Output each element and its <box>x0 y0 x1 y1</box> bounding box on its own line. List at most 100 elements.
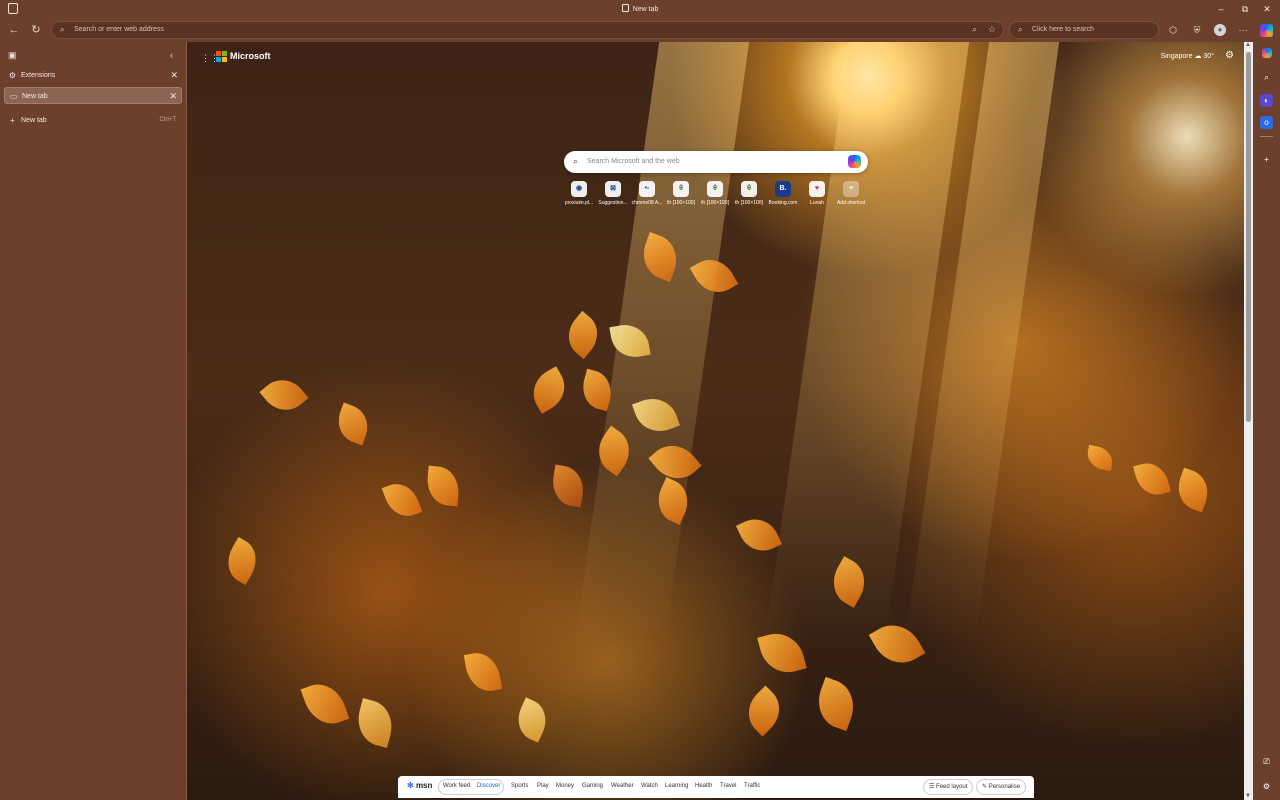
quick-link-label: th [100×100] <box>667 200 695 206</box>
close-window-button[interactable]: ✕ <box>1261 3 1273 15</box>
refresh-button[interactable]: ↻ <box>28 22 44 38</box>
tab-extensions[interactable]: ⚙ Extensions ✕ <box>4 67 182 84</box>
profile-avatar[interactable]: ● <box>1214 24 1226 36</box>
teams-icon: ⊠ <box>605 181 621 197</box>
window-title-text: New tab <box>632 6 659 13</box>
booking-icon: B. <box>775 181 791 197</box>
sidebar-settings-icon[interactable]: ⚙ <box>1260 780 1273 793</box>
quick-link[interactable]: ◉ proxiuim.pl... <box>563 181 595 206</box>
favorite-star-icon[interactable]: ☆ <box>988 24 996 35</box>
outlook-icon[interactable]: o <box>1260 116 1273 129</box>
tab-health[interactable]: Health <box>695 783 712 789</box>
tab-sports[interactable]: Sports <box>511 783 528 789</box>
weather-location: Singapore <box>1160 53 1193 60</box>
zoom-icon[interactable]: ⌕ <box>972 24 977 35</box>
weather-cloud-icon: ☁ <box>1194 53 1202 60</box>
tab-money[interactable]: Money <box>556 783 574 789</box>
plus-icon: + <box>843 181 859 197</box>
tab-label: Extensions <box>21 72 56 79</box>
weather-temperature: 30° <box>1203 53 1214 60</box>
layout-icon: ☰ <box>929 784 937 790</box>
quick-link[interactable]: θ th [100×100] <box>699 181 731 206</box>
quick-link[interactable]: θ th [100×100] <box>733 181 765 206</box>
document-icon: ▭ <box>9 92 18 101</box>
personalise-button[interactable]: ✎ Personalise <box>976 779 1027 795</box>
toolbar: ← ↻ ⌕ Search or enter web address ⌕ ☆ ⌕ … <box>0 18 1280 42</box>
quick-link[interactable]: ⊠ Suggestion... <box>597 181 629 206</box>
browser-essentials-icon[interactable]: ⛨ <box>1189 22 1205 38</box>
title-bar: New tab – ⧉ ✕ <box>0 0 1280 18</box>
personalise-label: Personalise <box>988 784 1021 790</box>
copilot-secondary-icon[interactable] <box>1262 48 1272 58</box>
quick-link[interactable]: ♥ Lunah <box>801 181 833 206</box>
feed-layout-button[interactable]: ☰ Feed layout <box>923 779 974 795</box>
scroll-down-icon[interactable]: ▼ <box>1245 793 1251 799</box>
sidebar-divider <box>1260 136 1273 137</box>
weather-widget[interactable]: Singapore ☁ 30° <box>1161 52 1214 60</box>
scroll-up-icon[interactable]: ▲ <box>1245 42 1251 48</box>
msn-logo: ✻ msn <box>407 781 433 790</box>
tab-gaming[interactable]: Gaming <box>582 783 603 789</box>
tab-actions-icon[interactable]: ▣ <box>8 50 17 61</box>
window-title: New tab <box>0 4 1280 13</box>
quick-link[interactable]: θ th [100×100] <box>665 181 697 206</box>
quick-link-label: th [100×100] <box>735 200 763 206</box>
quick-link-label: th [100×100] <box>701 200 729 206</box>
tab-traffic[interactable]: Traffic <box>744 783 760 789</box>
more-menu-icon[interactable]: ··· <box>1235 22 1251 38</box>
screenshot-icon[interactable]: ⎚ <box>1260 755 1273 768</box>
pencil-icon: ✎ <box>982 784 989 790</box>
shield-icon: ◉ <box>571 181 587 197</box>
quick-link[interactable]: + Add shortcut <box>835 181 867 206</box>
add-app-icon[interactable]: + <box>1260 153 1273 166</box>
tab-play[interactable]: Play <box>537 783 549 789</box>
tab-learning[interactable]: Learning <box>665 783 688 789</box>
extensions-icon[interactable]: ⬡ <box>1165 22 1181 38</box>
search-placeholder: Search Microsoft and the web <box>587 158 680 165</box>
new-tab-shortcut: Ctrl+T <box>159 117 177 123</box>
scrollbar-thumb[interactable] <box>1246 52 1251 422</box>
toolbar-search-placeholder: Click here to search <box>1032 26 1094 33</box>
new-tab-button[interactable]: + New tab Ctrl+T <box>4 112 182 129</box>
quick-link[interactable]: B. Booking.com <box>767 181 799 206</box>
msn-brand: msn <box>415 781 433 790</box>
close-tab-icon[interactable]: ✕ <box>169 91 177 102</box>
minimize-button[interactable]: – <box>1215 3 1227 15</box>
site-icon: θ <box>707 181 723 197</box>
quick-link-label: proxiuim.pl... <box>564 200 594 206</box>
office-icon[interactable]: ◐ <box>1260 94 1273 107</box>
back-button[interactable]: ← <box>6 22 22 38</box>
close-tab-icon[interactable]: ✕ <box>170 70 178 81</box>
search-icon: ⌕ <box>1018 25 1023 34</box>
plus-icon: + <box>10 116 15 125</box>
search-icon: ⌕ <box>573 156 579 166</box>
microsoft-search-box[interactable]: ⌕ Search Microsoft and the web <box>564 151 868 173</box>
msn-feed-bar: ✻ msn Work feed Discover Sports Play Mon… <box>398 776 1034 798</box>
settings-gear-icon[interactable]: ⚙ <box>1225 50 1234 61</box>
tab-travel[interactable]: Travel <box>720 783 736 789</box>
tab-watch[interactable]: Watch <box>641 783 658 789</box>
site-icon: θ <box>673 181 689 197</box>
search-icon[interactable]: ⌕ <box>1260 71 1273 84</box>
new-tab-label: New tab <box>21 117 47 124</box>
copilot-icon[interactable] <box>848 155 861 168</box>
page-scrollbar[interactable]: ▲ ▼ <box>1244 42 1253 800</box>
microsoft-logo-icon <box>216 51 227 62</box>
browser-window: New tab – ⧉ ✕ ← ↻ ⌕ Search or enter web … <box>0 0 1280 800</box>
restore-button[interactable]: ⧉ <box>1239 3 1251 15</box>
quick-link-label: Booking.com <box>768 200 798 206</box>
toolbar-search-box[interactable]: ⌕ Click here to search <box>1009 21 1159 39</box>
quick-link[interactable]: •- chrome08 A... <box>631 181 663 206</box>
address-bar[interactable]: ⌕ Search or enter web address ⌕ ☆ <box>51 21 1004 39</box>
heart-icon: ♥ <box>809 181 825 197</box>
tab-weather[interactable]: Weather <box>611 783 634 789</box>
tab-new-tab[interactable]: ▭ New tab ✕ <box>4 87 182 104</box>
tab-discover[interactable]: Discover <box>477 783 500 789</box>
document-icon <box>621 4 629 12</box>
address-placeholder: Search or enter web address <box>74 26 164 33</box>
extensions-icon: ⚙ <box>8 71 17 80</box>
collapse-pane-icon[interactable]: ‹ <box>170 50 173 60</box>
microsoft-brand: Microsoft <box>230 51 271 61</box>
copilot-icon[interactable] <box>1260 24 1273 37</box>
tab-work-feed[interactable]: Work feed <box>443 783 470 789</box>
